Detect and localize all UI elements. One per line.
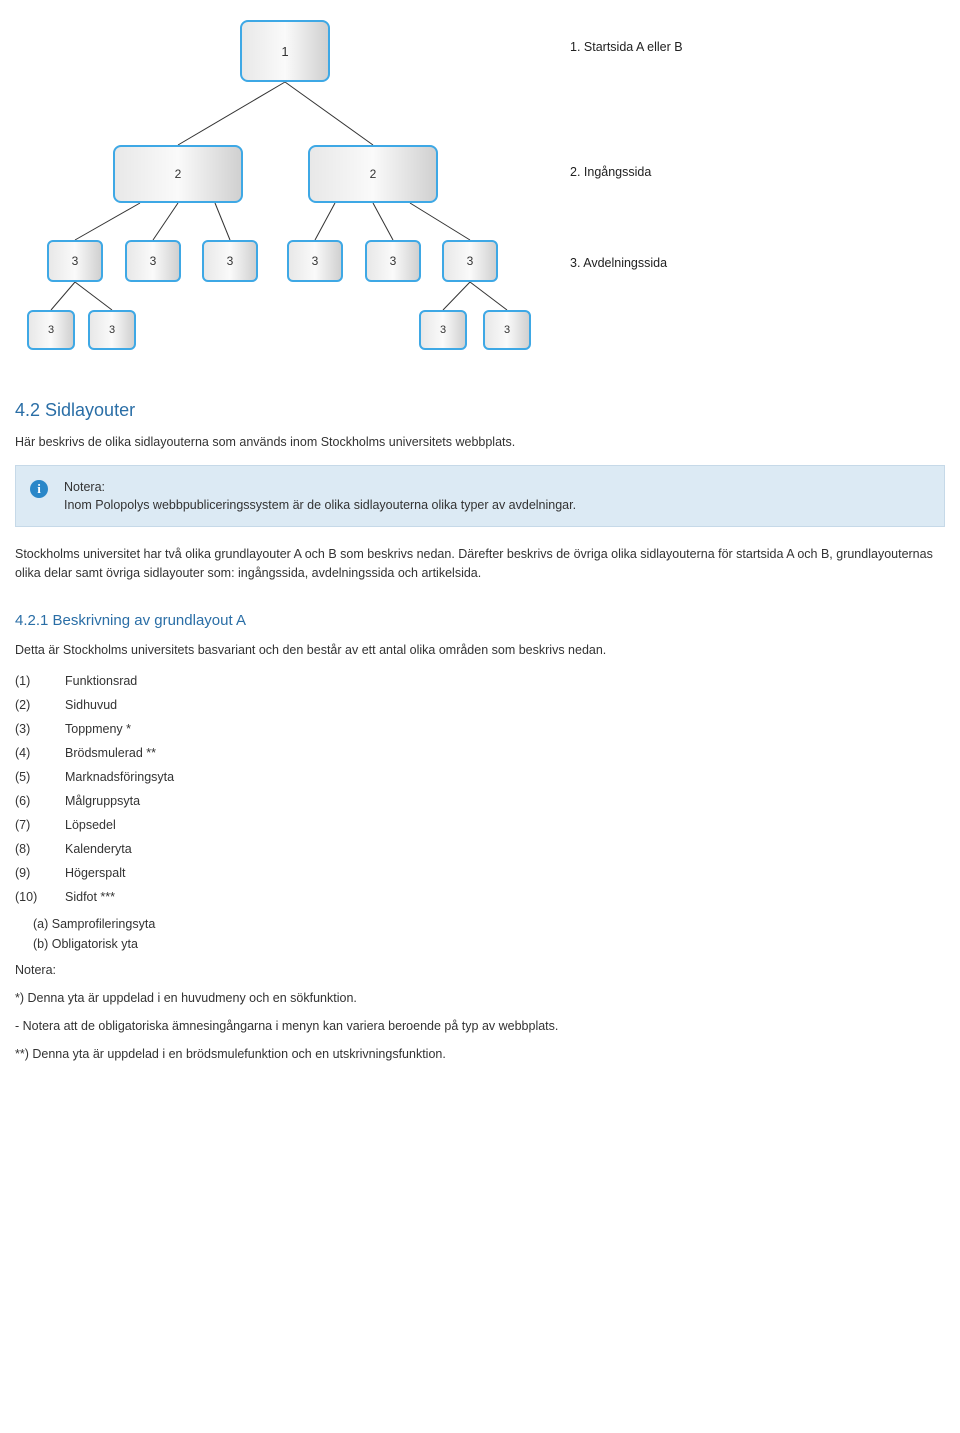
node-label: 2	[370, 167, 377, 181]
list-num: (2)	[15, 693, 65, 717]
heading-4-2: 4.2 Sidlayouter	[15, 400, 945, 421]
node-label: 3	[440, 324, 446, 336]
footnote-dash: - Notera att de obligatoriska ämnesingån…	[15, 1017, 945, 1035]
sub-list: (a) Samprofileringsyta (b) Obligatorisk …	[33, 917, 945, 951]
list-text: Högerspalt	[65, 861, 182, 885]
list-text: Kalenderyta	[65, 837, 182, 861]
node-label: 3	[109, 324, 115, 336]
list-item: (8)Kalenderyta	[15, 837, 182, 861]
list-item: (6)Målgruppsyta	[15, 789, 182, 813]
legend-item-3: 3. Avdelningssida	[570, 256, 667, 270]
info-icon: i	[30, 480, 48, 498]
list-item: (4)Brödsmulerad **	[15, 741, 182, 765]
list-text: Funktionsrad	[65, 669, 182, 693]
list-num: (10)	[15, 885, 65, 909]
info-box: i Notera: Inom Polopolys webbpublicering…	[15, 465, 945, 527]
tree-node-l4: 3	[483, 310, 531, 350]
info-title: Notera:	[64, 480, 105, 494]
paragraph-421-intro: Detta är Stockholms universitets basvari…	[15, 641, 945, 659]
list-item: (3)Toppmeny *	[15, 717, 182, 741]
legend-item-2: 2. Ingångssida	[570, 165, 651, 179]
node-label: 2	[175, 167, 182, 181]
tree-node-root: 1	[240, 20, 330, 82]
sub-item-b: (b) Obligatorisk yta	[33, 937, 945, 951]
node-label: 3	[312, 254, 319, 268]
tree-node-l4: 3	[419, 310, 467, 350]
footnote-double-star: **) Denna yta är uppdelad i en brödsmule…	[15, 1045, 945, 1063]
footnote-star: *) Denna yta är uppdelad i en huvudmeny …	[15, 989, 945, 1007]
node-label: 1	[281, 44, 288, 59]
node-label: 3	[48, 324, 54, 336]
list-text: Sidfot ***	[65, 885, 182, 909]
list-num: (4)	[15, 741, 65, 765]
list-item: (7)Löpsedel	[15, 813, 182, 837]
tree-node-l2-right: 2	[308, 145, 438, 203]
tree-node-l3: 3	[125, 240, 181, 282]
list-text: Marknadsföringsyta	[65, 765, 182, 789]
tree-node-l4: 3	[27, 310, 75, 350]
tree-node-l3: 3	[202, 240, 258, 282]
legend-item-1: 1. Startsida A eller B	[570, 40, 683, 54]
list-num: (5)	[15, 765, 65, 789]
list-text: Löpsedel	[65, 813, 182, 837]
notera-label: Notera:	[15, 961, 945, 979]
node-label: 3	[467, 254, 474, 268]
list-num: (9)	[15, 861, 65, 885]
tree-node-l2-left: 2	[113, 145, 243, 203]
list-item: (10)Sidfot ***	[15, 885, 182, 909]
list-num: (1)	[15, 669, 65, 693]
list-text: Toppmeny *	[65, 717, 182, 741]
tree-node-l3: 3	[365, 240, 421, 282]
list-item: (1)Funktionsrad	[15, 669, 182, 693]
list-num: (8)	[15, 837, 65, 861]
sub-item-a: (a) Samprofileringsyta	[33, 917, 945, 931]
list-item: (2)Sidhuvud	[15, 693, 182, 717]
list-text: Brödsmulerad **	[65, 741, 182, 765]
info-body: Inom Polopolys webbpubliceringssystem är…	[64, 498, 576, 512]
tree-node-l3: 3	[442, 240, 498, 282]
list-text: Sidhuvud	[65, 693, 182, 717]
list-item: (5)Marknadsföringsyta	[15, 765, 182, 789]
node-label: 3	[227, 254, 234, 268]
heading-4-2-1: 4.2.1 Beskrivning av grundlayout A	[15, 612, 945, 629]
list-text: Målgruppsyta	[65, 789, 182, 813]
node-label: 3	[390, 254, 397, 268]
list-num: (7)	[15, 813, 65, 837]
hierarchy-diagram: 1 2 2 3 3 3 3 3 3 3 3 3 3 1. Startsida A…	[15, 10, 945, 370]
node-label: 3	[504, 324, 510, 336]
layout-parts-list: (1)Funktionsrad (2)Sidhuvud (3)Toppmeny …	[15, 669, 182, 909]
list-num: (6)	[15, 789, 65, 813]
tree-node-l3: 3	[287, 240, 343, 282]
paragraph-intro: Här beskrivs de olika sidlayouterna som …	[15, 433, 945, 451]
tree-node-l4: 3	[88, 310, 136, 350]
list-num: (3)	[15, 717, 65, 741]
list-item: (9)Högerspalt	[15, 861, 182, 885]
paragraph-grundlayouter: Stockholms universitet har två olika gru…	[15, 545, 945, 581]
tree-node-l3: 3	[47, 240, 103, 282]
node-label: 3	[150, 254, 157, 268]
node-label: 3	[72, 254, 79, 268]
